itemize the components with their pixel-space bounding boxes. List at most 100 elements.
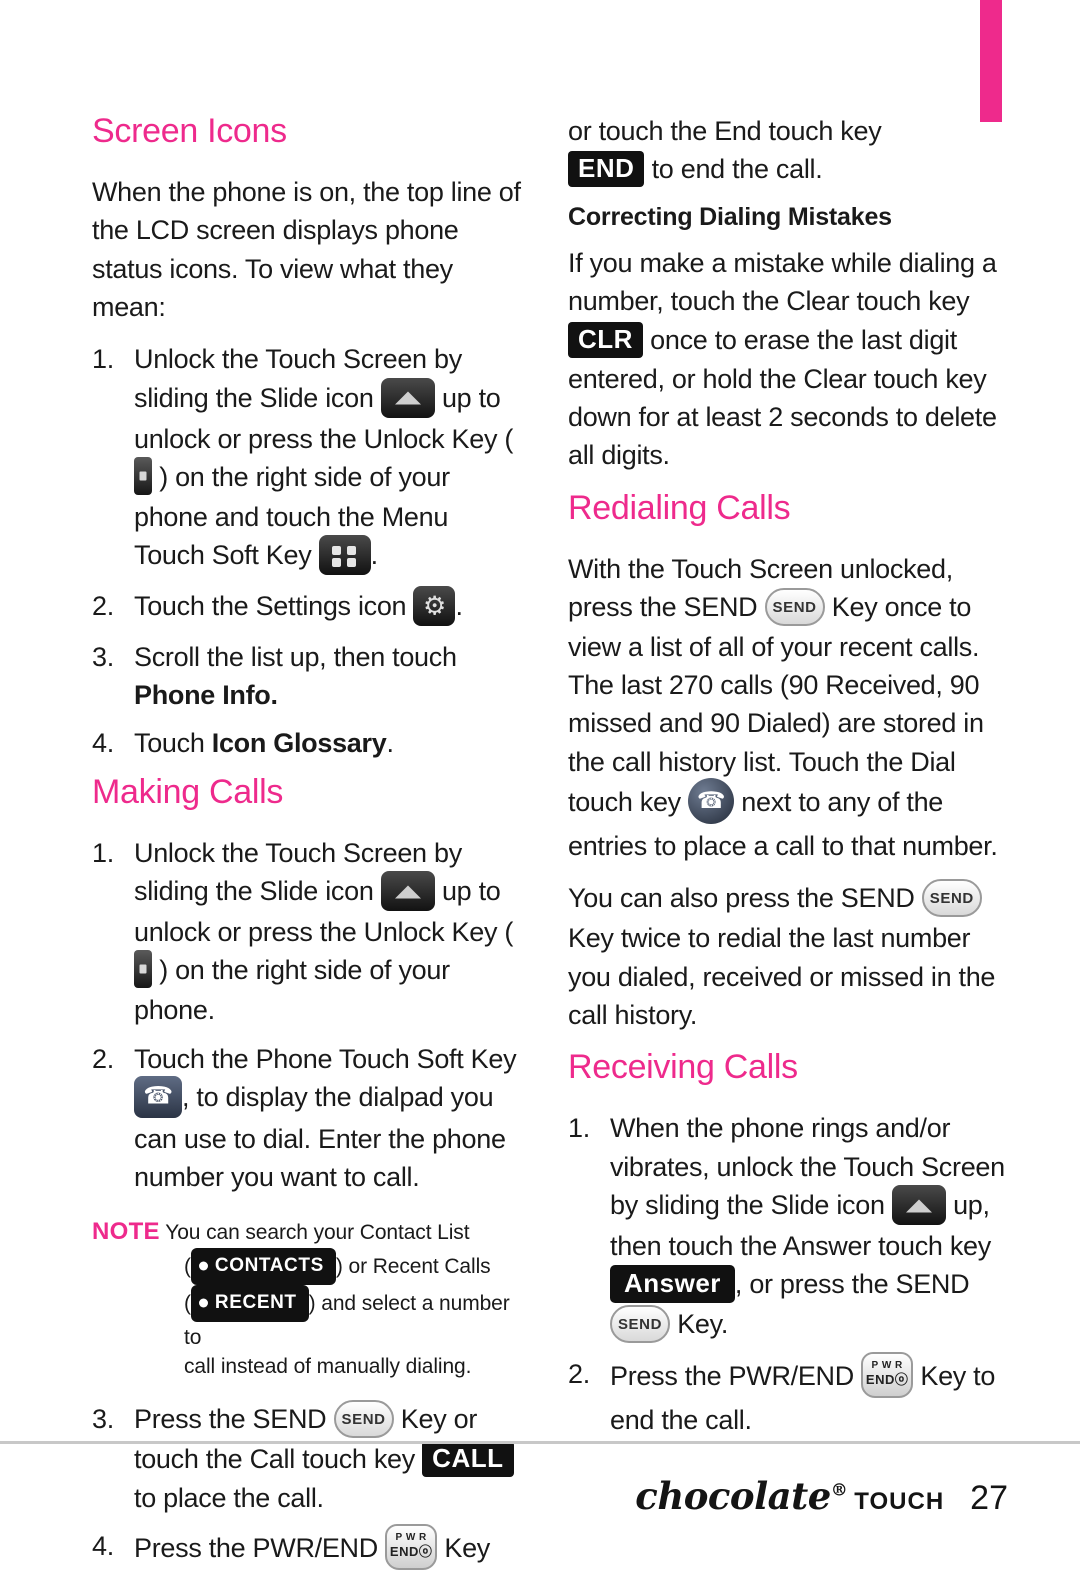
list-item: 1. When the phone rings and/or vibrates,… [568, 1109, 1020, 1345]
step-text-3: ) on the right side of your phone and to… [134, 461, 450, 571]
note-line-1: You can search your Contact List [165, 1220, 470, 1244]
list-item: 1. Unlock the Touch Screen by sliding th… [92, 340, 522, 577]
brand-logo: chocolate® TOUCH [635, 1474, 944, 1518]
note-line-3: (RECENT) and select a number to [92, 1284, 522, 1353]
list-item: 2. Press the PWR/END P W R ENDⓞ Key to en… [568, 1351, 1020, 1439]
pwr-end-key-icon: P W R ENDⓞ [861, 1351, 914, 1398]
steps-making-calls: 1. Unlock the Touch Screen by sliding th… [92, 834, 522, 1197]
menu-touch-soft-key-icon [318, 534, 371, 575]
answer-touch-key: Answer [610, 1265, 735, 1303]
end-call-line-1: or touch the End touch key [568, 116, 882, 146]
list-item: 2. Touch the Settings icon . [92, 585, 522, 628]
step-text-3: to place the call. [134, 1482, 324, 1513]
note-paren-open: ( [184, 1254, 191, 1278]
note-line-4: call instead of manually dialing. [184, 1355, 472, 1379]
step-text: Scroll the list up, then touch [134, 641, 457, 672]
step-number: 3. [92, 641, 114, 672]
clr-touch-key: CLR [568, 321, 643, 358]
redial2-text-a: You can also press the SEND [568, 883, 915, 914]
call-touch-key: CALL [422, 1440, 514, 1477]
paragraph-redial-twice: You can also press the SEND SEND Key twi… [568, 879, 1020, 1034]
heading-making-calls: Making Calls [92, 772, 284, 811]
page-edge-tab [980, 0, 1002, 122]
send-key-icon: SEND [921, 879, 982, 918]
step-number: 4. [92, 728, 114, 759]
step-text: Press the PWR/END [610, 1360, 854, 1391]
step-text: Touch the Settings icon [134, 590, 407, 621]
correcting-text-a: If you make a mistake while dialing a nu… [568, 248, 997, 317]
step-text: Press the PWR/END [134, 1533, 378, 1564]
step-text-2: , to display the dialpad you can use to … [134, 1081, 506, 1193]
redial-text-b: Key once to view a list of all of your r… [568, 591, 984, 818]
brand-registered-mark: ® [830, 1480, 848, 1501]
note-label: NOTE [92, 1217, 160, 1245]
slide-icon [380, 870, 435, 911]
step-text-2: . [270, 680, 278, 711]
note-paren-open-2: ( [184, 1291, 191, 1315]
heading-screen-icons: Screen Icons [92, 112, 287, 150]
step-number: 2. [92, 590, 114, 621]
step-text: Touch [134, 728, 205, 759]
step-number: 3. [92, 1404, 114, 1435]
list-item: 1. Unlock the Touch Screen by sliding th… [92, 834, 522, 1030]
steps-receiving-calls: 1. When the phone rings and/or vibrates,… [568, 1109, 1020, 1439]
list-item: 2. Touch the Phone Touch Soft Key , to d… [92, 1040, 522, 1197]
brand-subname: TOUCH [854, 1488, 945, 1515]
paragraph-end-call: or touch the End touch key END to end th… [568, 112, 1020, 189]
step-bold-term: Phone Info [134, 680, 271, 711]
heading-receiving-calls: Receiving Calls [568, 1048, 798, 1087]
redial2-text-b: Key twice to redial the last number you … [568, 923, 996, 1030]
steps-screen-icons: 1. Unlock the Touch Screen by sliding th… [92, 340, 522, 762]
send-key-icon: SEND [764, 587, 825, 626]
step-number: 1. [92, 837, 114, 868]
right-column: or touch the End touch key END to end th… [540, 112, 1080, 1583]
step-text-2: . [386, 728, 394, 759]
pwr-key-line2: ENDⓞ [865, 1371, 909, 1387]
list-item: 3. Scroll the list up, then touch Phone … [92, 638, 522, 715]
step-text-2: Key [444, 1533, 490, 1564]
dial-touch-key-icon [688, 778, 735, 825]
step-number: 4. [92, 1531, 114, 1562]
page-number: 27 [970, 1479, 1008, 1517]
paragraph-screen-icons-intro: When the phone is on, the top line of th… [92, 177, 521, 322]
recent-chip: RECENT [190, 1284, 309, 1322]
phone-touch-soft-key-icon [134, 1075, 182, 1118]
subheading-correcting-dialing-mistakes: Correcting Dialing Mistakes [568, 203, 892, 232]
manual-page: Screen Icons When the phone is on, the t… [0, 0, 1080, 1571]
step-text-4: . [370, 540, 379, 571]
list-item: 3. Press the SEND SEND Key or touch the … [92, 1400, 522, 1517]
heading-redialing-calls: Redialing Calls [568, 488, 791, 527]
pwr-key-line1: P W R [871, 1359, 903, 1371]
step-number: 1. [568, 1113, 590, 1144]
step-text: Touch the Phone Touch Soft Key [134, 1043, 517, 1074]
end-touch-key: END [568, 151, 645, 188]
unlock-key-icon [134, 456, 152, 495]
gear-icon [413, 585, 456, 626]
unlock-key-icon [134, 950, 152, 989]
paragraph-redialing: With the Touch Screen unlocked, press th… [568, 550, 1020, 866]
step-bold-term: Icon Glossary [211, 728, 387, 759]
two-column-layout: Screen Icons When the phone is on, the t… [0, 112, 1080, 1583]
step-text-3: ) on the right side of your phone. [134, 955, 450, 1026]
step-text-3: , or press the SEND [734, 1269, 970, 1300]
step-text: Press the SEND [134, 1404, 327, 1435]
note-block: NOTE You can search your Contact List (C… [92, 1215, 522, 1383]
note-line-2: (CONTACTS) or Recent Calls [92, 1247, 522, 1286]
contacts-chip: CONTACTS [190, 1247, 336, 1285]
list-item: 4. Touch Icon Glossary. [92, 724, 522, 762]
send-key-icon: SEND [610, 1304, 670, 1343]
paragraph-correcting-mistakes: If you make a mistake while dialing a nu… [568, 244, 1020, 474]
step-number: 1. [92, 344, 114, 375]
left-column: Screen Icons When the phone is on, the t… [0, 112, 540, 1583]
step-number: 2. [92, 1043, 114, 1074]
pwr-key-line1: P W R [395, 1532, 427, 1544]
end-call-line-2: to end the call. [651, 154, 823, 185]
step-number: 2. [568, 1358, 590, 1389]
slide-icon [380, 377, 435, 418]
pwr-end-key-icon: P W R ENDⓞ [385, 1524, 438, 1571]
brand-name: chocolate [635, 1474, 831, 1518]
page-footer: chocolate® TOUCH 27 [635, 1474, 1008, 1518]
step-text-4: Key. [677, 1308, 729, 1339]
slide-icon [891, 1184, 946, 1225]
note-line-2-post: ) or Recent Calls [335, 1254, 491, 1278]
